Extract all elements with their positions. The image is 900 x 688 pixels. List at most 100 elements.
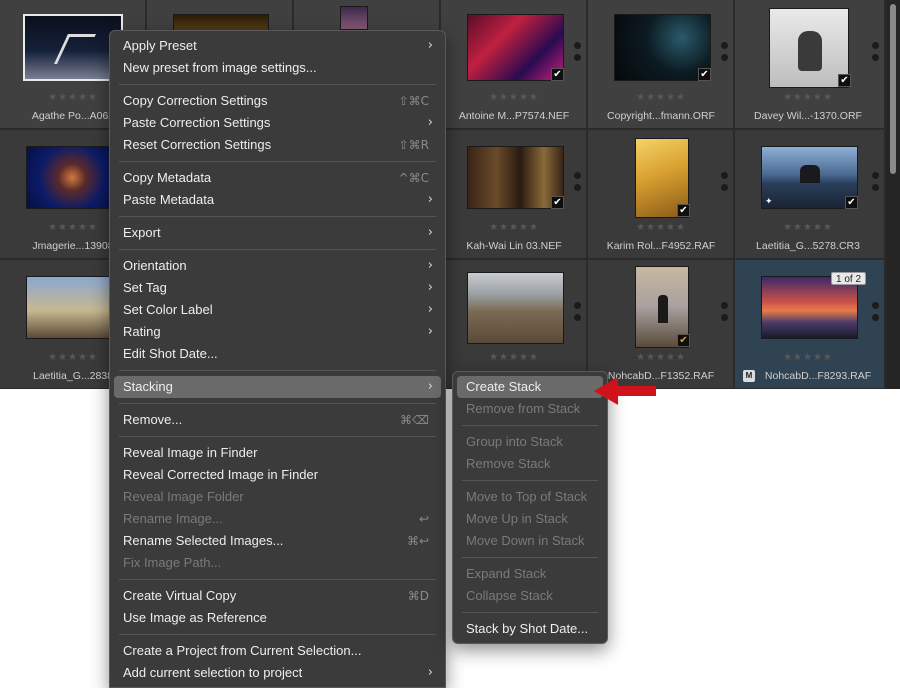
- file-name: Laetitia_G...5278.CR3: [756, 240, 860, 252]
- picked-check-icon[interactable]: ✔: [551, 196, 564, 209]
- menu-item-copy-metadata[interactable]: Copy Metadata ^⌘C: [110, 167, 445, 189]
- thumbnail-image[interactable]: [467, 14, 564, 81]
- menu-item-set-tag[interactable]: Set Tag ›: [110, 277, 445, 299]
- scrollbar-thumb[interactable]: [890, 4, 896, 174]
- more-dots-icon[interactable]: [872, 302, 880, 326]
- file-name: Karim Rol...F4952.RAF: [606, 240, 716, 252]
- thumbnail-image[interactable]: [467, 272, 564, 344]
- submenu-item-remove-from-stack: Remove from Stack: [453, 398, 607, 420]
- rating-stars[interactable]: ★★★★★: [441, 352, 587, 363]
- menu-item-label: Move to Top of Stack: [466, 489, 588, 504]
- thumbnail-image[interactable]: [769, 8, 849, 88]
- menu-item-use-image-as-reference[interactable]: Use Image as Reference: [110, 607, 445, 629]
- menu-separator: [119, 403, 436, 404]
- thumbnail-image[interactable]: [340, 6, 368, 30]
- image-cell-selected[interactable]: 1 of 2 ★★★★★ M NohcabD...F8293.RAF: [735, 260, 885, 389]
- chevron-right-icon: ›: [427, 192, 433, 207]
- stack-count-badge: 1 of 2: [831, 272, 867, 285]
- menu-item-stacking[interactable]: Stacking ›: [114, 376, 441, 398]
- picked-check-icon[interactable]: ✔: [677, 334, 690, 347]
- rating-stars[interactable]: ★★★★★: [441, 222, 587, 233]
- rating-stars[interactable]: ★★★★★: [735, 352, 881, 363]
- menu-separator: [462, 480, 598, 481]
- menu-item-label: Move Down in Stack: [466, 533, 585, 548]
- menu-item-label: Collapse Stack: [466, 588, 553, 603]
- image-cell[interactable]: ✔ ★★★★★ Davey Wil...-1370.ORF: [735, 0, 885, 129]
- rating-stars[interactable]: ★★★★★: [588, 352, 734, 363]
- menu-item-reveal-corrected-image[interactable]: Reveal Corrected Image in Finder: [110, 464, 445, 486]
- picked-check-icon[interactable]: ✔: [845, 196, 858, 209]
- thumbnail-image[interactable]: [467, 146, 564, 209]
- rating-stars[interactable]: ★★★★★: [735, 92, 881, 103]
- menu-item-paste-metadata[interactable]: Paste Metadata ›: [110, 189, 445, 211]
- menu-item-edit-shot-date[interactable]: Edit Shot Date...: [110, 343, 445, 365]
- submenu-item-collapse-stack: Collapse Stack: [453, 585, 607, 607]
- menu-item-label: Stacking: [123, 379, 173, 394]
- chevron-right-icon: ›: [427, 38, 433, 53]
- vertical-scrollbar[interactable]: [886, 0, 900, 389]
- menu-item-label: Paste Correction Settings: [123, 115, 271, 130]
- more-dots-icon[interactable]: [872, 42, 880, 66]
- more-dots-icon[interactable]: [574, 302, 582, 326]
- more-dots-icon[interactable]: [721, 172, 729, 196]
- menu-item-rename-selected-images[interactable]: Rename Selected Images... ⌘↩: [110, 530, 445, 552]
- thumbnail-image[interactable]: [761, 146, 858, 209]
- rating-stars[interactable]: ★★★★★: [441, 92, 587, 103]
- more-dots-icon[interactable]: [721, 302, 729, 326]
- rating-stars[interactable]: ★★★★★: [588, 92, 734, 103]
- chevron-right-icon: ›: [427, 379, 433, 394]
- menu-item-rating[interactable]: Rating ›: [110, 321, 445, 343]
- menu-item-label: Apply Preset: [123, 38, 197, 53]
- menu-item-label: Create a Project from Current Selection.…: [123, 643, 362, 658]
- rating-stars[interactable]: ★★★★★: [735, 222, 881, 233]
- menu-item-new-preset[interactable]: New preset from image settings...: [110, 57, 445, 79]
- image-cell[interactable]: ✔ ★★★★★ Karim Rol...F4952.RAF: [588, 130, 734, 259]
- picked-check-icon[interactable]: ✔: [838, 74, 851, 87]
- submenu-item-remove-stack: Remove Stack: [453, 453, 607, 475]
- thumbnail-image[interactable]: [23, 14, 123, 81]
- thumbnail-image[interactable]: [614, 14, 711, 81]
- picked-check-icon[interactable]: ✔: [677, 204, 690, 217]
- chevron-right-icon: ›: [427, 324, 433, 339]
- menu-item-orientation[interactable]: Orientation ›: [110, 255, 445, 277]
- picked-check-icon[interactable]: ✔: [698, 68, 711, 81]
- more-dots-icon[interactable]: [574, 172, 582, 196]
- image-cell[interactable]: ★★★★★: [441, 260, 587, 389]
- menu-item-paste-correction-settings[interactable]: Paste Correction Settings ›: [110, 112, 445, 134]
- menu-item-label: Reveal Image in Finder: [123, 445, 258, 460]
- menu-item-remove[interactable]: Remove... ⌘⌫: [110, 409, 445, 431]
- submenu-item-create-stack[interactable]: Create Stack: [457, 376, 603, 398]
- menu-item-add-to-project[interactable]: Add current selection to project ›: [110, 662, 445, 684]
- image-cell[interactable]: ✦ ✔ ★★★★★ Laetitia_G...5278.CR3: [735, 130, 885, 259]
- menu-item-reveal-image-in-finder[interactable]: Reveal Image in Finder: [110, 442, 445, 464]
- thumbnail-image[interactable]: [26, 276, 110, 339]
- rating-stars[interactable]: ★★★★★: [588, 222, 734, 233]
- more-dots-icon[interactable]: [574, 42, 582, 66]
- menu-item-export[interactable]: Export ›: [110, 222, 445, 244]
- shortcut-label: ⌘⌫: [400, 413, 429, 427]
- menu-item-label: Reset Correction Settings: [123, 137, 272, 152]
- chevron-right-icon: ›: [427, 665, 433, 680]
- menu-item-create-project[interactable]: Create a Project from Current Selection.…: [110, 640, 445, 662]
- image-cell[interactable]: ✔ ★★★★★ NohcabD...F1352.RAF: [588, 260, 734, 389]
- menu-item-create-virtual-copy[interactable]: Create Virtual Copy ⌘D: [110, 585, 445, 607]
- more-dots-icon[interactable]: [872, 172, 880, 196]
- menu-item-copy-correction-settings[interactable]: Copy Correction Settings ⇧⌘C: [110, 90, 445, 112]
- menu-item-label: Copy Metadata: [123, 170, 212, 185]
- menu-item-apply-preset[interactable]: Apply Preset ›: [110, 35, 445, 57]
- image-cell[interactable]: ✔ ★★★★★ Antoine M...P7574.NEF: [441, 0, 587, 129]
- submenu-item-stack-by-shot-date[interactable]: Stack by Shot Date...: [453, 618, 607, 640]
- image-cell[interactable]: ✔ ★★★★★ Copyright...fmann.ORF: [588, 0, 734, 129]
- menu-separator: [119, 216, 436, 217]
- menu-item-label: New preset from image settings...: [123, 60, 317, 75]
- more-dots-icon[interactable]: [721, 42, 729, 66]
- picked-check-icon[interactable]: ✔: [551, 68, 564, 81]
- image-cell[interactable]: ✔ ★★★★★ Kah-Wai Lin 03.NEF: [441, 130, 587, 259]
- menu-item-label: Reveal Image Folder: [123, 489, 244, 504]
- menu-item-set-color-label[interactable]: Set Color Label ›: [110, 299, 445, 321]
- menu-item-label: Group into Stack: [466, 434, 563, 449]
- menu-separator: [462, 557, 598, 558]
- menu-item-reset-correction-settings[interactable]: Reset Correction Settings ⇧⌘R: [110, 134, 445, 156]
- menu-item-label: Create Virtual Copy: [123, 588, 237, 603]
- thumbnail-image[interactable]: [26, 146, 110, 209]
